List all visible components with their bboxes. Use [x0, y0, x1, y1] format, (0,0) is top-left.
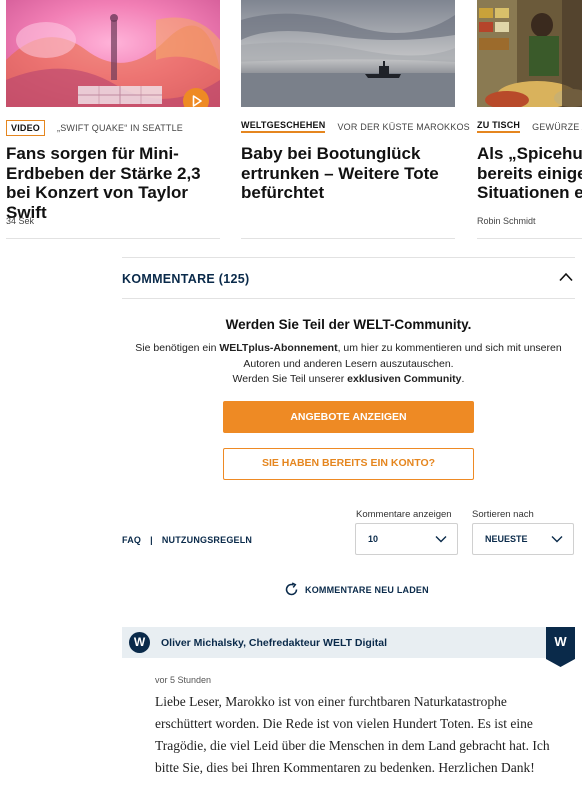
article-card[interactable]: WELTGESCHEHEN VOR DER KÜSTE MAROKKOS Bab… — [241, 0, 470, 239]
comment-author[interactable]: Oliver Michalsky, Chefredakteur WELT Dig… — [161, 637, 387, 649]
divider — [477, 238, 582, 239]
related-articles: VIDEO „SWIFT QUAKE“ IN SEATTLE Fans sorg… — [0, 0, 582, 240]
article-duration: 34 Sek — [6, 216, 35, 226]
article-headline[interactable]: Als „Spicehun bereits einige Situationen… — [477, 144, 582, 203]
badge-letter: W — [554, 634, 567, 649]
article-thumbnail[interactable] — [477, 0, 582, 107]
article-category[interactable]: WELTGESCHEHEN — [241, 120, 326, 133]
chevron-up-icon[interactable] — [559, 272, 573, 282]
count-select-value: 10 — [368, 534, 379, 544]
faq-link[interactable]: FAQ — [122, 535, 141, 545]
article-author[interactable]: Robin Schmidt — [477, 216, 536, 226]
article-headline[interactable]: Fans sorgen für Mini-Erdbeben der Stärke… — [6, 144, 226, 222]
article-card[interactable]: ZU TISCH GEWÜRZE AU Als „Spicehun bereit… — [477, 0, 582, 239]
play-icon[interactable] — [183, 88, 209, 107]
show-offers-button[interactable]: ANGEBOTE ANZEIGEN — [223, 401, 474, 433]
count-select[interactable]: 10 — [355, 523, 458, 555]
chevron-down-icon — [435, 536, 447, 543]
divider — [241, 238, 455, 239]
chevron-down-icon — [551, 536, 563, 543]
article-category[interactable]: ZU TISCH — [477, 120, 521, 133]
comments-title: KOMMENTARE (125) — [122, 272, 250, 286]
pinned-comment-header: W Oliver Michalsky, Chefredakteur WELT D… — [122, 627, 575, 658]
sort-select[interactable]: NEUESTE — [472, 523, 574, 555]
count-select-label: Kommentare anzeigen — [356, 509, 452, 520]
link-separator: | — [150, 535, 153, 545]
article-topic[interactable]: „SWIFT QUAKE“ IN SEATTLE — [57, 123, 183, 133]
article-thumbnail[interactable] — [6, 0, 220, 107]
comment-text: Liebe Leser, Marokko ist von einer furch… — [155, 694, 550, 775]
article-topic[interactable]: GEWÜRZE AU — [532, 122, 582, 132]
article-card[interactable]: VIDEO „SWIFT QUAKE“ IN SEATTLE Fans sorg… — [6, 0, 220, 239]
avatar[interactable]: W — [129, 632, 150, 653]
welt-badge-icon: W — [546, 627, 575, 667]
sort-select-value: NEUESTE — [485, 534, 528, 544]
login-button[interactable]: SIE HABEN BEREITS EIN KONTO? — [223, 448, 474, 480]
comments-header[interactable]: KOMMENTARE (125) — [122, 257, 575, 299]
refresh-icon — [285, 582, 298, 596]
reload-comments-button[interactable]: KOMMENTARE NEU LADEN — [284, 582, 429, 597]
community-promo-title: Werden Sie Teil der WELT-Community. — [225, 317, 472, 332]
rules-link[interactable]: NUTZUNGSREGELN — [162, 535, 252, 545]
article-headline[interactable]: Baby bei Bootunglück ertrunken – Weitere… — [241, 144, 441, 203]
community-promo-text: Sie benötigen ein WELTplus-Abonnement, u… — [135, 342, 562, 385]
reload-label: KOMMENTARE NEU LADEN — [305, 584, 429, 595]
divider — [6, 238, 220, 239]
article-topic[interactable]: VOR DER KÜSTE MAROKKOS — [337, 122, 469, 132]
sort-select-label: Sortieren nach — [472, 509, 534, 520]
comment-links: FAQ | NUTZUNGSREGELN — [122, 535, 252, 545]
comment-timestamp: vor 5 Stunden — [155, 675, 212, 685]
video-tag: VIDEO — [6, 120, 46, 136]
article-thumbnail[interactable] — [241, 0, 455, 107]
